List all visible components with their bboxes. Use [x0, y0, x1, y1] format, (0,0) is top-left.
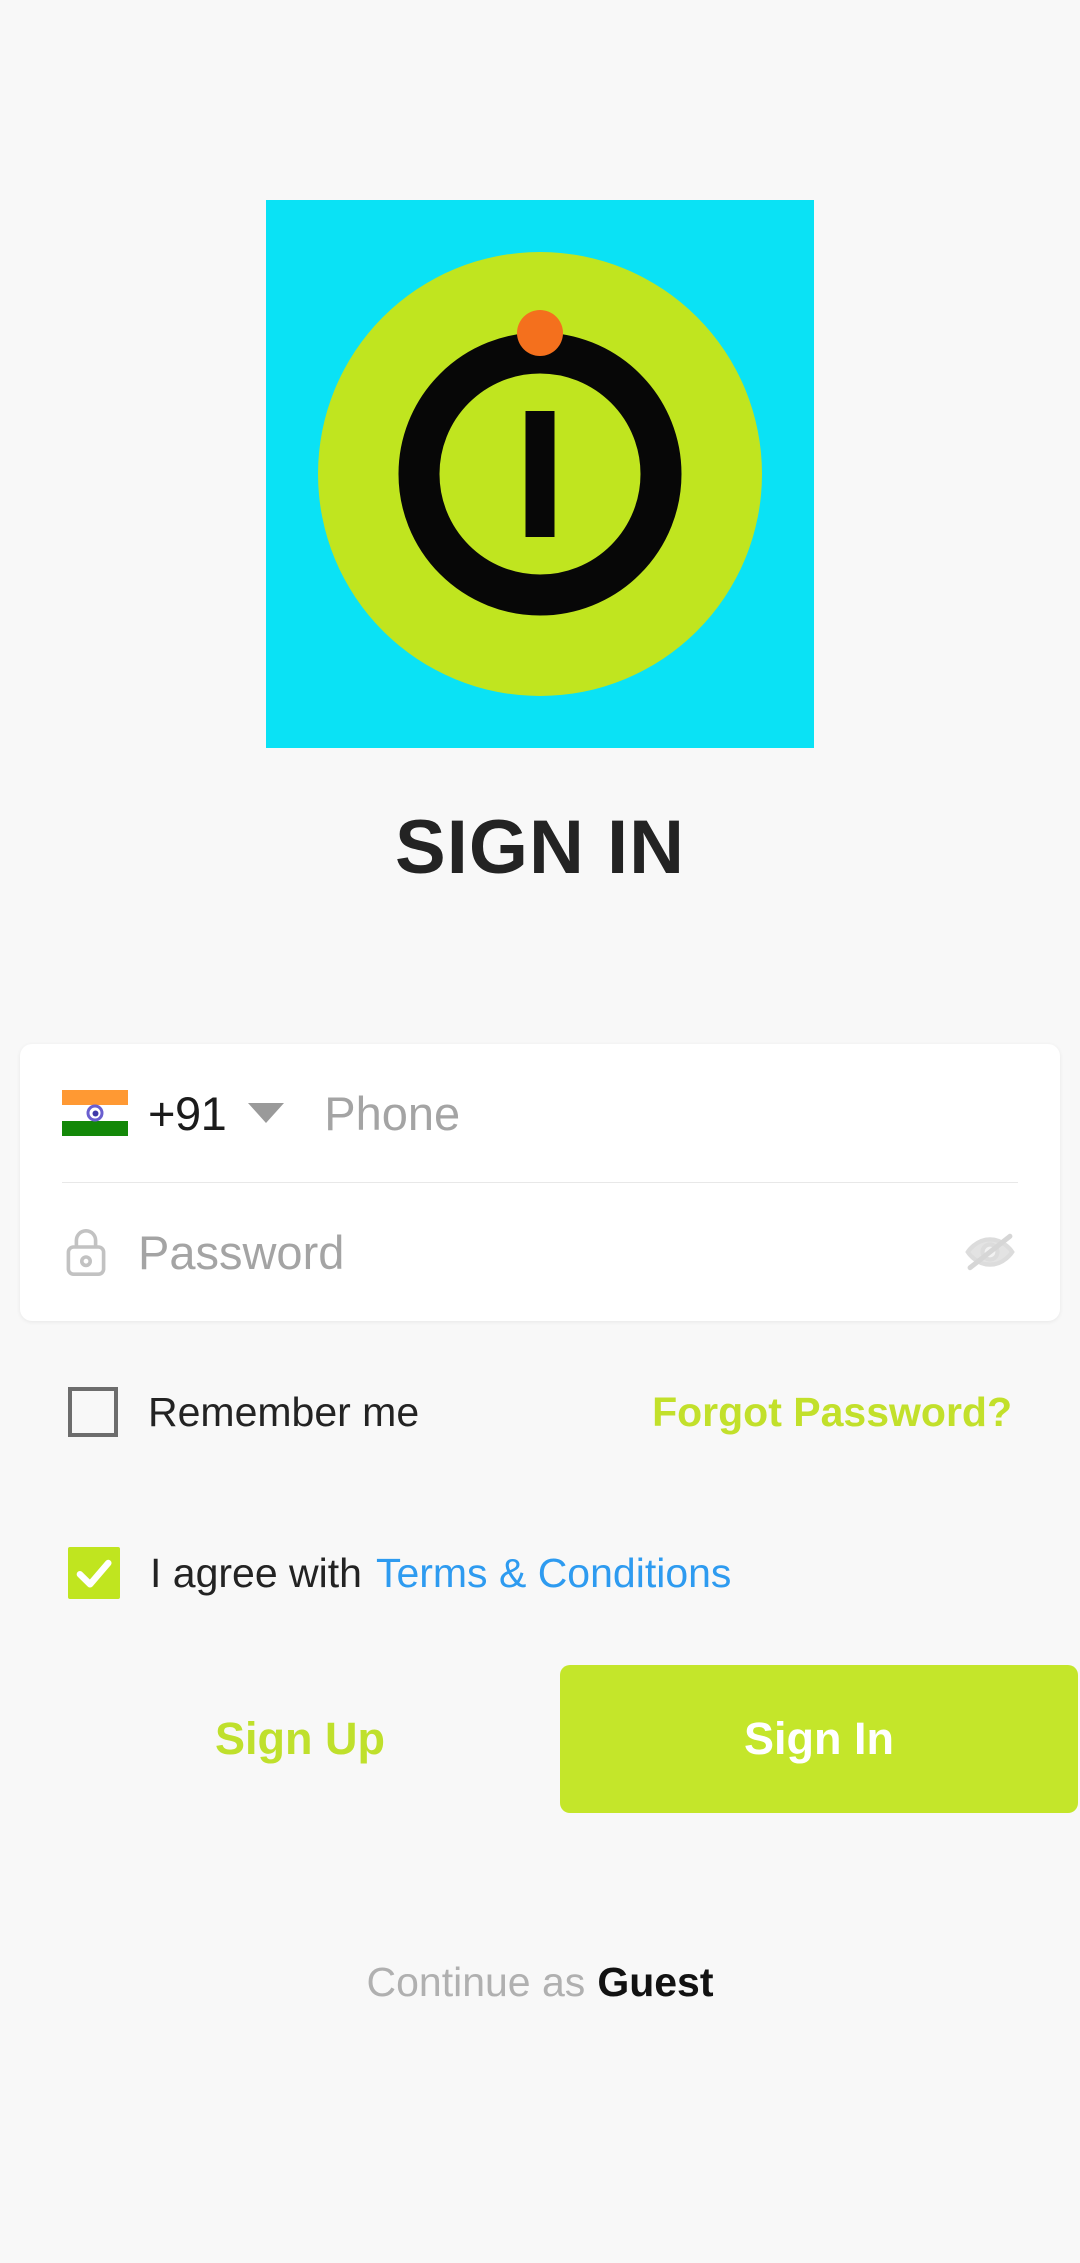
- remember-me-checkbox[interactable]: [68, 1387, 118, 1437]
- remember-forgot-row: Remember me Forgot Password?: [20, 1387, 1060, 1437]
- remember-me-group[interactable]: Remember me: [68, 1387, 419, 1437]
- actions-row: Sign Up Sign In: [20, 1665, 1078, 1813]
- forgot-password-link[interactable]: Forgot Password?: [652, 1389, 1012, 1436]
- eye-off-icon[interactable]: [962, 1229, 1018, 1275]
- country-dial-code[interactable]: +91: [148, 1086, 227, 1141]
- logo-bar: [525, 411, 555, 537]
- terms-row: I agree with Terms & Conditions: [20, 1547, 1060, 1599]
- guest-prefix-label: Continue as: [366, 1959, 586, 2005]
- phone-row: +91: [20, 1044, 1060, 1182]
- logo-orange-dot: [517, 310, 563, 356]
- terms-prefix-label: I agree with: [150, 1549, 362, 1596]
- continue-as-guest[interactable]: Continue as Guest: [0, 1959, 1080, 2006]
- sign-up-button[interactable]: Sign Up: [40, 1683, 560, 1795]
- app-logo: [266, 200, 814, 748]
- phone-input[interactable]: [324, 1085, 1018, 1141]
- credentials-card: +91: [20, 1044, 1060, 1321]
- password-row: [20, 1183, 1060, 1321]
- sign-in-button[interactable]: Sign In: [560, 1665, 1078, 1813]
- lock-icon: [62, 1226, 110, 1278]
- page-title: SIGN IN: [395, 805, 685, 890]
- guest-label[interactable]: Guest: [597, 1959, 713, 2006]
- chevron-down-icon[interactable]: [248, 1103, 285, 1123]
- india-flag-icon: [62, 1090, 128, 1136]
- terms-checkbox[interactable]: [68, 1547, 120, 1599]
- terms-and-conditions-link[interactable]: Terms & Conditions: [376, 1550, 731, 1597]
- password-input[interactable]: [138, 1224, 950, 1280]
- remember-me-label: Remember me: [148, 1388, 420, 1435]
- sign-in-screen: SIGN IN +91 Phone Remember me Forgot Pas…: [0, 0, 1080, 2263]
